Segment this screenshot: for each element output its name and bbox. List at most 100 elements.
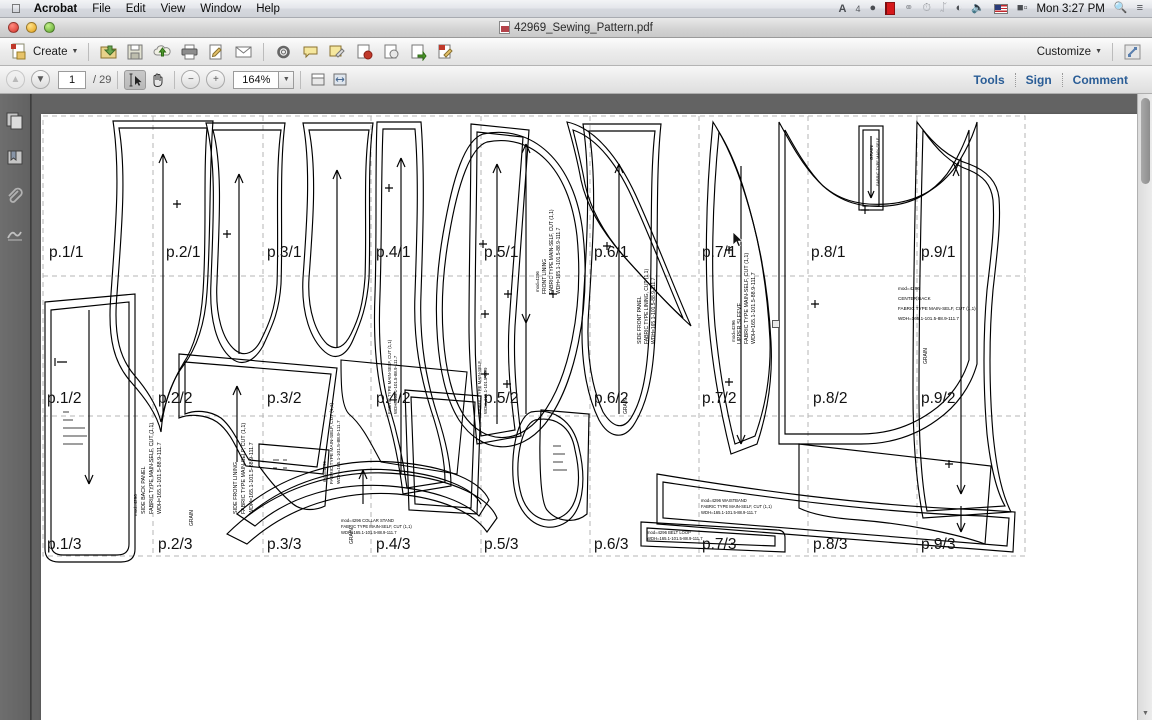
- zoom-dropdown-icon[interactable]: ▼: [279, 70, 295, 89]
- create-button-label: Create: [33, 45, 68, 58]
- previous-page-button[interactable]: ▲: [6, 70, 25, 89]
- svg-text:mod=4296: mod=4296: [322, 461, 327, 482]
- tile-label-p21: p.2/1: [166, 244, 201, 261]
- print-button[interactable]: [176, 41, 203, 63]
- volume-icon[interactable]: 🔈: [971, 3, 985, 14]
- customize-button-label: Customize: [1036, 45, 1092, 58]
- window-title-bar: 42969_Sewing_Pattern.pdf: [0, 18, 1152, 38]
- pdf-page[interactable]: SIDE BACK PANEL FABRIC TYPE MAIN-SELF, C…: [41, 114, 1137, 720]
- svg-text:mod=4296: mod=4296: [535, 271, 540, 292]
- dropbox-icon[interactable]: ●: [869, 3, 876, 14]
- toolbar-separator: [88, 42, 90, 61]
- save-button[interactable]: [122, 41, 149, 63]
- tile-label-p42: p.4/2: [376, 390, 411, 407]
- svg-text:GRAIN: GRAIN: [869, 145, 874, 160]
- flag-icon[interactable]: [993, 3, 1008, 14]
- hand-tool-button[interactable]: [146, 70, 168, 90]
- timemachine-icon[interactable]: ⏱: [922, 3, 931, 14]
- tile-label-p52: p.5/2: [484, 390, 519, 407]
- expand-window-button[interactable]: [1119, 41, 1146, 63]
- acrobat-updater-icon[interactable]: A: [839, 3, 847, 15]
- bookmarks-icon[interactable]: [5, 148, 25, 168]
- tile-label-p22: p.2/2: [158, 390, 193, 407]
- scroll-down-arrow[interactable]: ▼: [1138, 706, 1152, 720]
- zoom-level-input[interactable]: 164%: [233, 70, 280, 89]
- sync-icon[interactable]: ⚭: [904, 3, 913, 14]
- scrollbar-thumb[interactable]: [1141, 98, 1150, 184]
- email-button[interactable]: [230, 41, 257, 63]
- settings-gear-icon: [274, 43, 293, 61]
- tile-label-p63: p.6/3: [594, 536, 629, 553]
- notification-center-icon[interactable]: ≡: [1137, 3, 1143, 14]
- tile-label-p83: p.8/3: [813, 536, 848, 553]
- customize-button[interactable]: Customize ▼: [1033, 41, 1106, 63]
- tile-label-p93: p.9/3: [921, 536, 956, 553]
- spotlight-search-icon[interactable]: 🔍: [1114, 3, 1128, 14]
- pdf-viewport[interactable]: SIDE BACK PANEL FABRIC TYPE MAIN-SELF, C…: [31, 94, 1152, 720]
- extract-page-button[interactable]: [378, 41, 405, 63]
- menu-item-file[interactable]: File: [92, 3, 111, 15]
- sign-document-icon: [207, 43, 226, 61]
- redbook-icon[interactable]: [885, 2, 896, 15]
- svg-text:GRAIN: GRAIN: [349, 528, 355, 544]
- edit-pdf-button[interactable]: [432, 41, 459, 63]
- sign-button[interactable]: Sign: [1016, 73, 1062, 87]
- settings-button[interactable]: [270, 41, 297, 63]
- svg-text:mod=4296: mod=4296: [898, 286, 920, 291]
- menu-bar-clock[interactable]: Mon 3:27 PM: [1036, 3, 1104, 15]
- menu-item-edit[interactable]: Edit: [126, 3, 146, 15]
- svg-text:WDH=165.1-101.5-88.9-111.7: WDH=165.1-101.5-88.9-111.7: [249, 442, 255, 514]
- comment-button[interactable]: Comment: [1063, 73, 1138, 87]
- highlight-text-button[interactable]: [324, 41, 351, 63]
- tile-label-p12: p.1/2: [47, 390, 82, 407]
- menu-item-acrobat[interactable]: Acrobat: [34, 3, 77, 15]
- nav-separator-2: [174, 70, 176, 89]
- bluetooth-icon[interactable]: ᛢ: [940, 3, 947, 14]
- svg-text:SIDE FRONT LINING: SIDE FRONT LINING: [233, 462, 239, 514]
- svg-text:WDH=165.1-101.5-88.9-111.7: WDH=165.1-101.5-88.9-111.7: [647, 536, 703, 541]
- page-number-input[interactable]: 1: [58, 70, 86, 89]
- fit-page-button[interactable]: [307, 70, 329, 90]
- sticky-note-button[interactable]: [297, 41, 324, 63]
- create-button[interactable]: Create ▼: [6, 41, 82, 63]
- next-page-button[interactable]: ▼: [31, 70, 50, 89]
- signatures-icon[interactable]: [5, 224, 25, 244]
- zoom-out-button[interactable]: −: [181, 70, 201, 89]
- menu-item-help[interactable]: Help: [256, 3, 280, 15]
- menu-item-view[interactable]: View: [161, 3, 186, 15]
- upload-button[interactable]: [149, 41, 176, 63]
- zoom-in-button[interactable]: +: [206, 70, 226, 89]
- expand-window-icon: [1123, 43, 1142, 61]
- vertical-scrollbar[interactable]: ▲ ▼: [1137, 94, 1152, 720]
- highlight-text-icon: [328, 43, 347, 61]
- acrobat-window: 42969_Sewing_Pattern.pdf Create ▼ Custom…: [0, 18, 1152, 720]
- battery-icon[interactable]: ■▫: [1017, 3, 1028, 14]
- svg-text:FABRIC TYPE MAIN-SELF: FABRIC TYPE MAIN-SELF: [875, 137, 880, 186]
- open-file-button[interactable]: [95, 41, 122, 63]
- delete-page-button[interactable]: [351, 41, 378, 63]
- nav-separator-1: [117, 70, 119, 89]
- chevron-down-icon-2: ▼: [1095, 48, 1102, 55]
- wifi-icon[interactable]: ◐: [956, 3, 963, 14]
- tile-label-p41: p.4/1: [376, 244, 411, 261]
- select-text-tool-button[interactable]: [124, 69, 147, 90]
- svg-text:SIDE FRONT PANEL: SIDE FRONT PANEL: [637, 296, 643, 344]
- apple-menu-icon[interactable]: : [11, 2, 21, 15]
- tile-label-p23: p.2/3: [158, 536, 193, 553]
- print-icon: [180, 43, 199, 61]
- svg-text:WDH=165.1-101.5-88.9-111.7: WDH=165.1-101.5-88.9-111.7: [898, 316, 959, 321]
- svg-text:FABRIC TYPE MAIN-SELF, CUT (1,: FABRIC TYPE MAIN-SELF, CUT (1,1): [898, 306, 976, 311]
- svg-text:GRAIN: GRAIN: [189, 510, 195, 526]
- sign-document-button[interactable]: [203, 41, 230, 63]
- extract-page-icon: [382, 43, 401, 61]
- replace-page-icon: [409, 43, 428, 61]
- svg-text:FABRIC TYPE LINING, CUT (1,1): FABRIC TYPE LINING, CUT (1,1): [644, 269, 650, 344]
- fit-width-button[interactable]: [329, 70, 351, 90]
- attachments-icon[interactable]: [5, 186, 25, 206]
- page-thumbnails-icon[interactable]: [5, 110, 25, 130]
- svg-text:mod=4296: mod=4296: [731, 320, 736, 342]
- main-toolbar: Create ▼ Customize ▼: [0, 38, 1152, 66]
- menu-item-window[interactable]: Window: [200, 3, 241, 15]
- tools-button[interactable]: Tools: [964, 73, 1015, 87]
- replace-page-button[interactable]: [405, 41, 432, 63]
